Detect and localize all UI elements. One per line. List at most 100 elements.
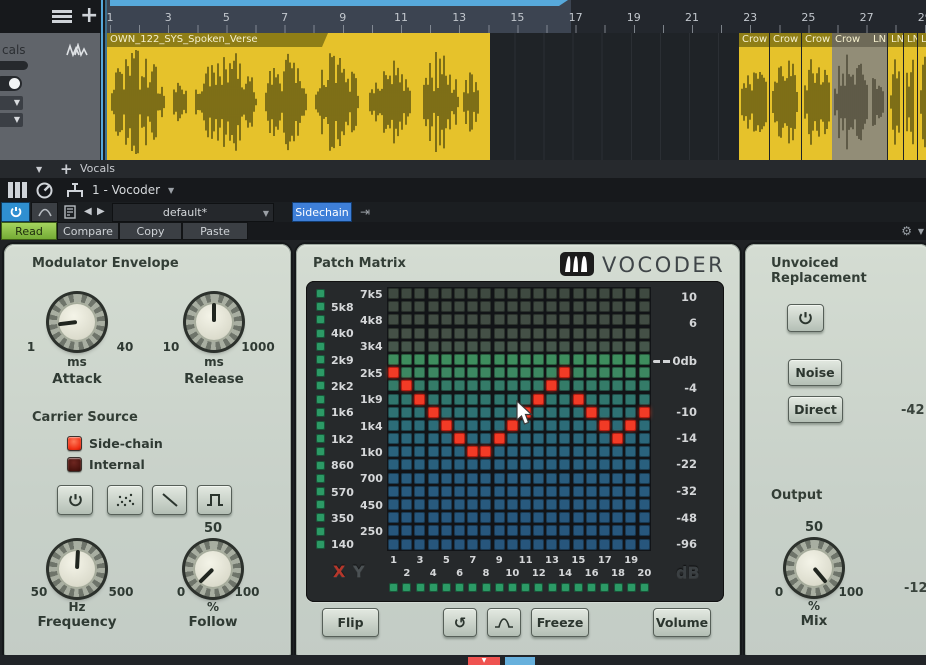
matrix-cell[interactable]	[546, 539, 557, 550]
matrix-cell[interactable]	[467, 499, 478, 510]
matrix-cell[interactable]	[414, 301, 425, 312]
matrix-cell[interactable]	[480, 539, 491, 550]
matrix-cell[interactable]	[388, 486, 399, 497]
matrix-cell[interactable]	[573, 433, 584, 444]
track-dropdown-2[interactable]: ▼	[0, 113, 23, 127]
matrix-cell[interactable]	[454, 394, 465, 405]
matrix-cell[interactable]	[494, 539, 505, 550]
matrix-cell[interactable]	[586, 394, 597, 405]
matrix-cell[interactable]	[414, 486, 425, 497]
matrix-cell[interactable]	[454, 314, 465, 325]
matrix-cell[interactable]	[533, 446, 544, 457]
matrix-cell-active[interactable]	[388, 367, 399, 378]
matrix-cell[interactable]	[533, 433, 544, 444]
release-knob[interactable]	[181, 289, 247, 355]
matrix-cell[interactable]	[599, 499, 610, 510]
carrier-noise-button[interactable]	[107, 485, 143, 515]
matrix-cell[interactable]	[520, 446, 531, 457]
matrix-cell[interactable]	[559, 420, 570, 431]
matrix-cell[interactable]	[467, 328, 478, 339]
matrix-cell[interactable]	[573, 499, 584, 510]
matrix-cell[interactable]	[639, 314, 650, 325]
matrix-cell[interactable]	[494, 486, 505, 497]
matrix-cell[interactable]	[414, 473, 425, 484]
matrix-cell-active[interactable]	[454, 433, 465, 444]
matrix-cell[interactable]	[625, 486, 636, 497]
matrix-cell[interactable]	[625, 367, 636, 378]
matrix-cell[interactable]	[612, 473, 623, 484]
matrix-cell[interactable]	[612, 539, 623, 550]
matrix-cell-active[interactable]	[533, 394, 544, 405]
matrix-cell[interactable]	[559, 314, 570, 325]
matrix-cell[interactable]	[480, 328, 491, 339]
matrix-cell[interactable]	[546, 301, 557, 312]
matrix-cell[interactable]	[467, 367, 478, 378]
attack-knob[interactable]	[44, 289, 110, 355]
matrix-cell[interactable]	[467, 407, 478, 418]
matrix-cell[interactable]	[573, 486, 584, 497]
matrix-cell[interactable]	[533, 314, 544, 325]
matrix-cell[interactable]	[428, 301, 439, 312]
matrix-cell[interactable]	[467, 459, 478, 470]
matrix-cell[interactable]	[559, 539, 570, 550]
matrix-cell[interactable]	[559, 512, 570, 523]
audio-clip-crow[interactable]: Crow	[802, 33, 832, 160]
matrix-column-enable[interactable]	[600, 583, 609, 592]
matrix-cell-active[interactable]	[414, 394, 425, 405]
matrix-cell[interactable]	[612, 380, 623, 391]
matrix-cell[interactable]	[520, 525, 531, 536]
matrix-cell[interactable]	[612, 341, 623, 352]
matrix-cell[interactable]	[441, 486, 452, 497]
track-list-icon[interactable]	[52, 9, 72, 24]
matrix-cell[interactable]	[428, 473, 439, 484]
matrix-row-enable[interactable]	[316, 500, 325, 509]
matrix-cell[interactable]	[639, 380, 650, 391]
matrix-cell[interactable]	[494, 407, 505, 418]
matrix-cell[interactable]	[625, 407, 636, 418]
matrix-cell-active[interactable]	[494, 433, 505, 444]
matrix-cell[interactable]	[401, 341, 412, 352]
matrix-row-enable[interactable]	[316, 329, 325, 338]
matrix-cell[interactable]	[559, 301, 570, 312]
sidechain-button[interactable]: Sidechain	[292, 202, 352, 222]
matrix-cell[interactable]	[507, 446, 518, 457]
matrix-cell[interactable]	[612, 525, 623, 536]
matrix-cell[interactable]	[507, 512, 518, 523]
matrix-cell[interactable]	[625, 328, 636, 339]
matrix-cell[interactable]	[559, 459, 570, 470]
matrix-cell[interactable]	[612, 499, 623, 510]
matrix-cell[interactable]	[625, 380, 636, 391]
knob-view-icon[interactable]	[36, 182, 53, 199]
compare-button[interactable]: Compare	[57, 222, 119, 240]
matrix-cell[interactable]	[441, 301, 452, 312]
matrix-cell[interactable]	[612, 354, 623, 365]
matrix-cell[interactable]	[586, 420, 597, 431]
matrix-cell[interactable]	[612, 301, 623, 312]
matrix-cell[interactable]	[639, 354, 650, 365]
matrix-cell[interactable]	[639, 288, 650, 299]
matrix-cell[interactable]	[414, 288, 425, 299]
matrix-cell[interactable]	[441, 367, 452, 378]
matrix-cell[interactable]	[586, 512, 597, 523]
matrix-row-enable[interactable]	[316, 474, 325, 483]
matrix-cell[interactable]	[546, 486, 557, 497]
matrix-cell[interactable]	[599, 459, 610, 470]
matrix-cell[interactable]	[507, 525, 518, 536]
matrix-cell[interactable]	[441, 407, 452, 418]
matrix-cell[interactable]	[454, 328, 465, 339]
matrix-cell[interactable]	[428, 486, 439, 497]
matrix-cell[interactable]	[441, 539, 452, 550]
matrix-cell[interactable]	[454, 525, 465, 536]
plugin-instance-dropdown-icon[interactable]: ▼	[168, 186, 174, 195]
matrix-cell[interactable]	[533, 473, 544, 484]
matrix-cell[interactable]	[599, 394, 610, 405]
matrix-cell[interactable]	[639, 394, 650, 405]
matrix-cell[interactable]	[454, 512, 465, 523]
matrix-row-enable[interactable]	[316, 408, 325, 417]
matrix-cell[interactable]	[467, 288, 478, 299]
matrix-cell[interactable]	[546, 473, 557, 484]
plugin-instance-label[interactable]: 1 - Vocoder	[92, 183, 160, 197]
matrix-cell-active[interactable]	[480, 446, 491, 457]
matrix-cell[interactable]	[441, 499, 452, 510]
matrix-cell[interactable]	[401, 459, 412, 470]
